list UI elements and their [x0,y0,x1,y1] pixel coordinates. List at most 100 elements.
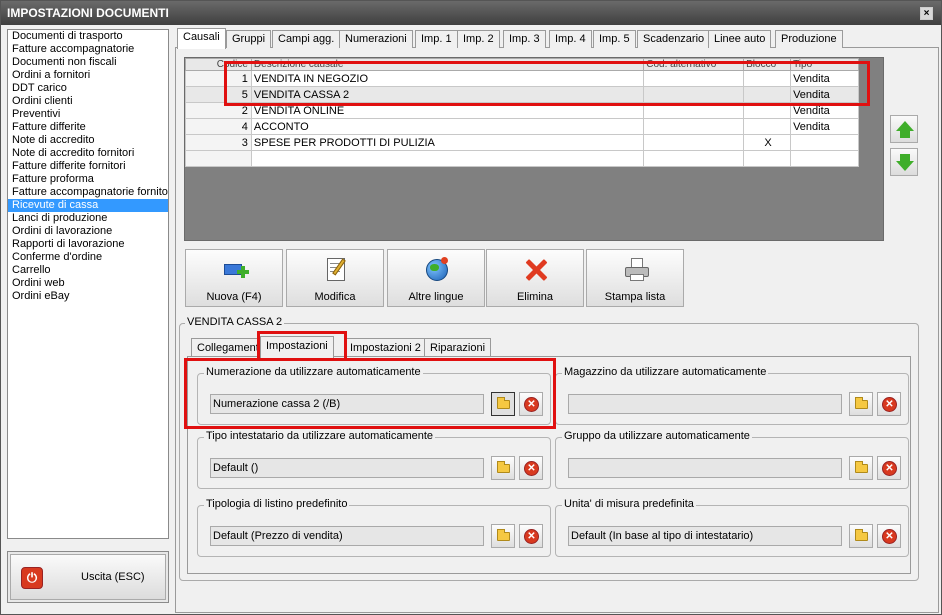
languages-button-label: Altre lingue [408,291,464,303]
grid-cell-block: X [743,134,792,151]
setting-value-field[interactable]: Default (In base al tipo di intestatario… [568,526,842,546]
tab-linee-auto[interactable]: Linee auto [708,30,772,48]
subtab-collegamenti[interactable]: Collegamenti [191,338,268,357]
tab-gruppi[interactable]: Gruppi [226,30,272,48]
folder-icon [855,461,868,473]
setting-value-field[interactable] [568,394,842,414]
browse-button[interactable] [849,524,873,548]
setting-value-field[interactable]: Default () [210,458,484,478]
doc-type-item[interactable]: Fatture differite fornitori [8,160,168,173]
clear-icon: ✕ [524,529,539,544]
doc-type-item[interactable]: Rapporti di lavorazione [8,238,168,251]
title-bar: IMPOSTAZIONI DOCUMENTI × [1,1,941,25]
doc-type-item[interactable]: Lanci di produzione [8,212,168,225]
tab-imp-5[interactable]: Imp. 5 [593,30,636,48]
move-down-button[interactable] [890,148,918,176]
grid-cell-alt [643,150,745,167]
settings-window: IMPOSTAZIONI DOCUMENTI × Documenti di tr… [0,0,942,615]
doc-type-item[interactable]: Documenti non fiscali [8,56,168,69]
grid-cell-desc [250,150,645,167]
exit-button[interactable]: ⏻ Uscita (ESC) [10,554,166,600]
print-button[interactable]: Stampa lista [586,249,684,307]
subtab-impostazioni[interactable]: Impostazioni [260,336,334,358]
doc-type-item[interactable]: Ordini web [8,277,168,290]
clear-button[interactable]: ✕ [877,392,901,416]
subtab-impostazioni-2[interactable]: Impostazioni 2 [344,338,427,357]
new-button[interactable]: Nuova (F4) [185,249,283,307]
tab-imp-3[interactable]: Imp. 3 [503,30,546,48]
clear-button[interactable]: ✕ [519,524,543,548]
tab-imp-4[interactable]: Imp. 4 [549,30,592,48]
setting-group: Unita' di misura predefinita Default (In … [555,498,909,557]
grid-cell-code [185,150,252,167]
browse-button[interactable] [849,392,873,416]
move-up-button[interactable] [890,115,918,143]
clear-icon: ✕ [882,529,897,544]
grid-cell-type [790,134,859,151]
arrow-down-stem [900,154,910,161]
browse-button[interactable] [849,456,873,480]
setting-value-field[interactable]: Default (Prezzo di vendita) [210,526,484,546]
setting-value-field[interactable] [568,458,842,478]
setting-group: Magazzino da utilizzare automaticamente ✕ [555,366,909,425]
clear-icon: ✕ [524,461,539,476]
grid-row[interactable]: 4 ACCONTO Vendita [185,118,859,135]
tab-imp-2[interactable]: Imp. 2 [457,30,500,48]
clear-button[interactable]: ✕ [877,524,901,548]
clear-button[interactable]: ✕ [877,456,901,480]
edit-button[interactable]: Modifica [286,249,384,307]
doc-type-item[interactable]: Fatture differite [8,121,168,134]
doc-type-item[interactable]: Ordini a fornitori [8,69,168,82]
tab-produzione[interactable]: Produzione [775,30,843,48]
doc-type-item[interactable]: Carrello [8,264,168,277]
doc-type-item[interactable]: Conferme d'ordine [8,251,168,264]
close-icon[interactable]: × [920,7,933,20]
folder-icon [855,397,868,409]
doc-type-item[interactable]: Ordini eBay [8,290,168,303]
arrow-down-icon [896,161,914,171]
folder-icon [497,529,510,541]
grid-cell-alt [643,118,745,135]
grid-row[interactable] [185,150,859,167]
clear-button[interactable]: ✕ [519,456,543,480]
clear-icon: ✕ [882,397,897,412]
clear-icon: ✕ [882,461,897,476]
doc-type-item[interactable]: Ordini di lavorazione [8,225,168,238]
grid-cell-block [743,150,792,167]
doc-type-item[interactable]: Note di accredito fornitori [8,147,168,160]
print-button-label: Stampa lista [604,291,666,303]
delete-icon [523,256,549,282]
doc-type-item[interactable]: Ricevute di cassa [8,199,168,212]
doc-type-item[interactable]: Fatture accompagnatorie fornito [8,186,168,199]
doc-type-item[interactable]: Fatture accompagnatorie [8,43,168,56]
tab-campi-agg[interactable]: Campi agg. [272,30,341,48]
highlight-selected-row [224,61,870,106]
edit-document-icon [323,256,349,282]
subtab-riparazioni[interactable]: Riparazioni [424,338,492,357]
grid-cell-desc: ACCONTO [250,118,645,135]
tab-scadenzario[interactable]: Scadenzario [637,30,711,48]
setting-group: Tipo intestatario da utilizzare automati… [197,430,551,489]
doc-type-item[interactable]: Fatture proforma [8,173,168,186]
browse-button[interactable] [491,456,515,480]
tab-causali[interactable]: Causali [177,28,226,49]
window-title: IMPOSTAZIONI DOCUMENTI [7,6,169,20]
doc-type-item[interactable]: DDT carico [8,82,168,95]
doc-type-item[interactable]: Ordini clienti [8,95,168,108]
doc-type-item[interactable]: Preventivi [8,108,168,121]
exit-button-label: Uscita (ESC) [81,571,145,583]
browse-button[interactable] [491,524,515,548]
setting-group: Gruppo da utilizzare automaticamente ✕ [555,430,909,489]
tab-numerazioni[interactable]: Numerazioni [339,30,413,48]
doc-type-item[interactable]: Documenti di trasporto [8,30,168,43]
document-type-list[interactable]: Documenti di trasporto Fatture accompagna… [7,29,169,539]
folder-icon [497,461,510,473]
tab-imp-1[interactable]: Imp. 1 [415,30,458,48]
grid-cell-alt [643,134,745,151]
setting-group-label: Unita' di misura predefinita [562,498,696,510]
setting-group-label: Tipo intestatario da utilizzare automati… [204,430,436,442]
doc-type-item[interactable]: Note di accredito [8,134,168,147]
languages-button[interactable]: Altre lingue [387,249,485,307]
delete-button[interactable]: Elimina [486,249,584,307]
grid-row[interactable]: 3 SPESE PER PRODOTTI DI PULIZIA X [185,134,859,151]
